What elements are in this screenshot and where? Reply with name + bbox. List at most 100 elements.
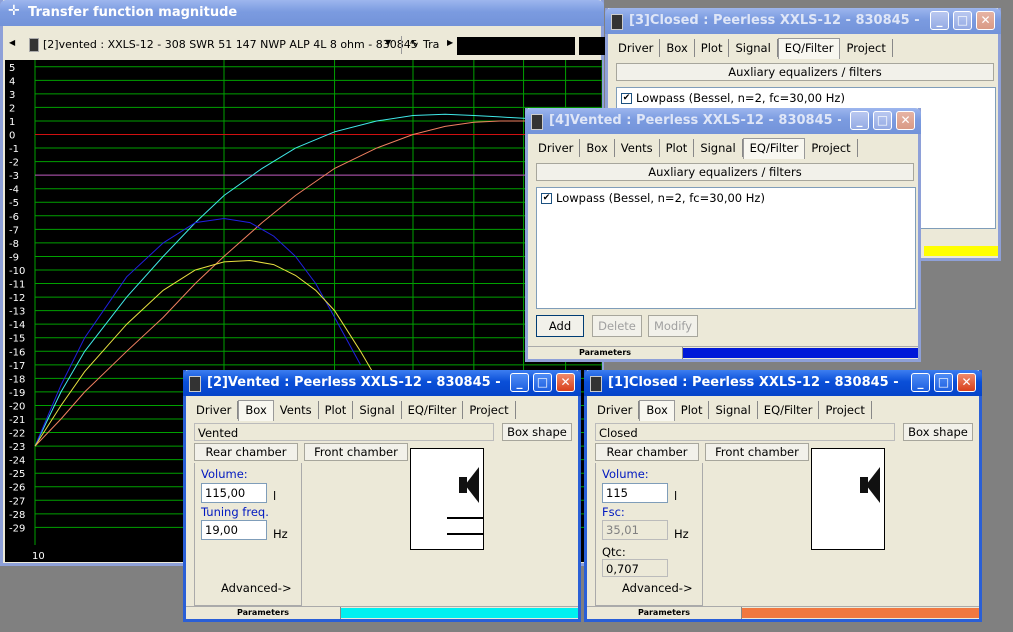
minimize-button[interactable]: _ [510,373,529,392]
checkbox-checked-icon[interactable]: ✔ [621,93,632,104]
tab-plot[interactable]: Plot [675,401,710,419]
close-button[interactable]: ✕ [957,373,976,392]
scroll-right-icon[interactable]: ▶ [447,38,453,47]
y-tick-label: -8 [9,239,19,250]
fsc-label: Fsc: [602,505,625,519]
tab-signal[interactable]: Signal [353,401,402,419]
filter-item[interactable]: ✔ Lowpass (Bessel, n=2, fc=30,00 Hz) [537,188,915,208]
dropdown-arrow-icon[interactable]: ▼ [385,38,391,47]
tab-box[interactable]: Box [580,139,615,157]
volume-label: Volume: [602,467,649,481]
tab-project[interactable]: Project [463,401,516,419]
trace-label[interactable]: Tra [423,38,439,51]
tab-eq-filter[interactable]: EQ/Filter [758,401,820,419]
tab-box[interactable]: Box [238,400,274,421]
y-tick-label: -20 [9,401,25,412]
tab-plot[interactable]: Plot [660,139,695,157]
checkbox-checked-icon[interactable]: ✔ [541,193,552,204]
y-tick-label: -23 [9,442,25,453]
tab-vents[interactable]: Vents [615,139,660,157]
tab-driver[interactable]: Driver [591,401,640,419]
window-2-title-bar[interactable]: [2]Vented : Peerless XXLS-12 - 830845 - … [183,370,581,396]
y-tick-label: -10 [9,266,25,277]
rear-chamber-button[interactable]: Rear chamber [595,443,699,461]
driver-cone-icon [866,467,880,503]
tab-project[interactable]: Project [819,401,872,419]
tab-eq-filter[interactable]: EQ/Filter [742,138,806,159]
modify-button[interactable]: Modify [648,315,698,337]
y-tick-label: -29 [9,523,25,534]
front-chamber-button[interactable]: Front chamber [705,443,809,461]
tab-signal[interactable]: Signal [694,139,743,157]
tab-signal[interactable]: Signal [709,401,758,419]
y-tick-label: -9 [9,252,19,263]
tab-driver[interactable]: Driver [190,401,239,419]
y-tick-label: -15 [9,334,25,345]
front-chamber-button[interactable]: Front chamber [304,443,408,461]
window-4-title-bar[interactable]: [4]Vented : Peerless XXLS-12 - 830845 - … [525,108,921,134]
box-shape-button[interactable]: Box shape [502,423,572,441]
minimize-button[interactable]: _ [930,11,949,30]
tab-plot[interactable]: Plot [695,39,730,57]
y-tick-label: -2 [9,158,19,169]
tab-box[interactable]: Box [639,400,675,421]
tab-driver[interactable]: Driver [612,39,661,57]
close-button[interactable]: ✕ [896,111,915,130]
close-button[interactable]: ✕ [556,373,575,392]
tuning-freq-label: Tuning freq. [201,505,269,519]
filter-item-label: Lowpass (Bessel, n=2, fc=30,00 Hz) [556,191,765,205]
y-tick-label: -13 [9,307,25,318]
box-shape-button[interactable]: Box shape [903,423,973,441]
window-2-vented: [2]Vented : Peerless XXLS-12 - 830845 - … [183,370,581,622]
toolbar-separator [401,36,402,54]
minimize-button[interactable]: _ [911,373,930,392]
aux-filters-button[interactable]: Auxliary equalizers / filters [536,163,914,181]
window-1-title-bar[interactable]: [1]Closed : Peerless XXLS-12 - 830845 - … [584,370,982,396]
maximize-button[interactable]: □ [533,373,552,392]
tab-eq-filter[interactable]: EQ/Filter [777,38,841,59]
y-tick-label: -6 [9,212,19,223]
advanced-link[interactable]: Advanced-> [221,581,292,595]
toolbar-black-box-1 [457,37,575,55]
volume-input[interactable]: 115,00 [201,483,267,503]
advanced-link[interactable]: Advanced-> [622,581,693,595]
tab-vents[interactable]: Vents [274,401,319,419]
tab-driver[interactable]: Driver [532,139,581,157]
tab-signal[interactable]: Signal [729,39,778,57]
status-color-bar [341,608,578,618]
tab-box[interactable]: Box [660,39,695,57]
maximize-button[interactable]: □ [873,111,892,130]
window-icon [611,14,623,30]
y-tick-label: -4 [9,185,19,196]
aux-filters-button[interactable]: Auxliary equalizers / filters [616,63,994,81]
window-3-title-bar[interactable]: [3]Closed : Peerless XXLS-12 - 830845 - … [605,8,1001,34]
tuning-freq-input[interactable]: 19,00 [201,520,267,540]
box-type-field: Closed [595,423,895,441]
close-button[interactable]: ✕ [976,11,995,30]
window-2-tabs: Driver Box Vents Plot Signal EQ/Filter Project [190,400,516,421]
maximize-button[interactable]: □ [934,373,953,392]
filter-item[interactable]: ✔ Lowpass (Bessel, n=2, fc=30,00 Hz) [617,88,995,108]
minimize-button[interactable]: _ [850,111,869,130]
y-tick-label: -19 [9,388,25,399]
tab-project[interactable]: Project [840,39,893,57]
maximize-button[interactable]: □ [953,11,972,30]
driver-magnet-icon [459,477,467,493]
scroll-left-icon[interactable]: ◀ [9,38,15,47]
tab-plot[interactable]: Plot [319,401,354,419]
trace-wave-icon[interactable]: ∿ [409,36,419,50]
add-button[interactable]: Add [536,315,584,337]
status-label: Parameters [528,347,683,359]
vent-port-icon [447,517,483,535]
y-tick-label: -21 [9,415,25,426]
tab-eq-filter[interactable]: EQ/Filter [402,401,464,419]
qtc-value: 0,707 [602,559,668,577]
tab-project[interactable]: Project [805,139,858,157]
rear-chamber-button[interactable]: Rear chamber [194,443,298,461]
volume-label: Volume: [201,467,248,481]
driver-select[interactable]: [2]vented : XXLS-12 - 308 SWR 51 147 NWP… [43,38,418,51]
volume-input[interactable]: 115 [602,483,668,503]
delete-button[interactable]: Delete [592,315,642,337]
filter-item-label: Lowpass (Bessel, n=2, fc=30,00 Hz) [636,91,845,105]
main-title-bar[interactable]: ✛ Transfer function magnitude [0,0,604,26]
